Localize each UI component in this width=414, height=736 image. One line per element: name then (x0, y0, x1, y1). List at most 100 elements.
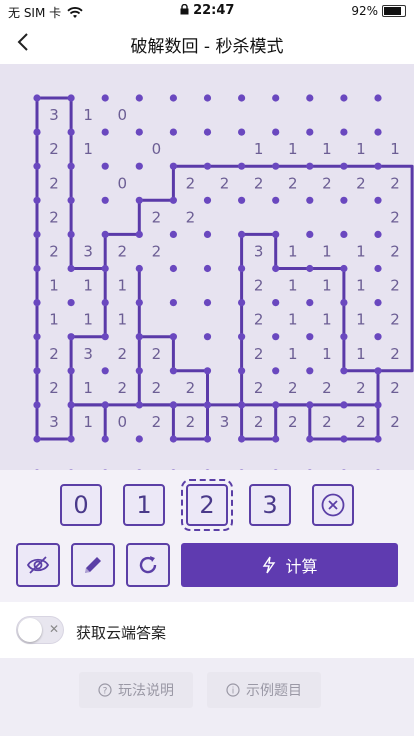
cell-clue[interactable]: 1 (83, 413, 93, 431)
clear-key-button[interactable] (312, 484, 354, 526)
cell-clue[interactable]: 0 (117, 174, 127, 192)
cell-clue[interactable]: 2 (288, 379, 298, 397)
cell-clue[interactable]: 2 (186, 379, 196, 397)
cell-clue[interactable]: 1 (288, 242, 298, 260)
cell-clue[interactable]: 2 (49, 345, 59, 363)
cell-clue[interactable]: 2 (254, 379, 264, 397)
cell-clue[interactable]: 2 (49, 242, 59, 260)
cell-clue[interactable]: 2 (288, 174, 298, 192)
cell-clue[interactable]: 2 (152, 379, 162, 397)
puzzle-grid[interactable]: 3 1 0 2 1 0 1 1 1 1 1 2 0 2 2 2 2 2 2 2 2 2 2 2 2 3 2 2 3 1 1 1 2 1 1 1 2 1 1 1… (0, 64, 414, 470)
cell-clue[interactable]: 2 (254, 345, 264, 363)
cell-clue[interactable]: 2 (356, 379, 366, 397)
cell-clue[interactable]: 1 (254, 140, 264, 158)
cell-clue[interactable]: 1 (83, 277, 93, 295)
key-0-button[interactable]: 0 (60, 484, 102, 526)
cell-clue[interactable]: 1 (117, 311, 127, 329)
key-3-button[interactable]: 3 (249, 484, 291, 526)
cell-clue[interactable]: 1 (288, 140, 298, 158)
cell-clue[interactable]: 2 (117, 379, 127, 397)
cell-clue[interactable]: 1 (356, 277, 366, 295)
cell-clue[interactable]: 2 (254, 174, 264, 192)
cell-clue[interactable]: 2 (390, 242, 400, 260)
cell-clue[interactable]: 2 (49, 140, 59, 158)
cell-clue[interactable]: 2 (186, 174, 196, 192)
cell-clue[interactable]: 2 (117, 242, 127, 260)
puzzle-board[interactable]: 3 1 0 2 1 0 1 1 1 1 1 2 0 2 2 2 2 2 2 2 2 2 2 2 2 3 2 2 3 1 1 1 2 1 1 1 2 1 1 1… (0, 64, 414, 470)
cell-clue[interactable]: 1 (390, 140, 400, 158)
rules-button[interactable]: ? 玩法说明 (79, 672, 193, 708)
cell-clue[interactable]: 2 (220, 174, 230, 192)
grid-dot (306, 196, 314, 204)
cell-clue[interactable]: 0 (152, 140, 162, 158)
cell-clue[interactable]: 2 (288, 413, 298, 431)
cell-clue[interactable]: 1 (322, 311, 332, 329)
cell-clue[interactable]: 2 (390, 379, 400, 397)
cell-clue[interactable]: 1 (356, 242, 366, 260)
cell-clue[interactable]: 2 (390, 345, 400, 363)
cell-clue[interactable]: 2 (390, 174, 400, 192)
cell-clue[interactable]: 1 (288, 311, 298, 329)
grid-dot (340, 401, 348, 409)
cell-clue[interactable]: 2 (390, 277, 400, 295)
cell-clue[interactable]: 2 (186, 208, 196, 226)
cell-clue[interactable]: 1 (356, 140, 366, 158)
cell-clue[interactable]: 2 (322, 413, 332, 431)
grid-dot (33, 94, 41, 102)
cell-clue[interactable]: 1 (83, 311, 93, 329)
cell-clue[interactable]: 1 (117, 277, 127, 295)
cell-clue[interactable]: 3 (49, 106, 59, 124)
cloud-answer-toggle[interactable]: ✕ (16, 616, 64, 644)
cell-clue[interactable]: 2 (49, 208, 59, 226)
example-label: 示例题目 (246, 683, 302, 699)
cell-clue[interactable]: 1 (322, 345, 332, 363)
cell-clue[interactable]: 1 (83, 106, 93, 124)
cell-clue[interactable]: 3 (254, 242, 264, 260)
cell-clue[interactable]: 2 (390, 208, 400, 226)
grid-dot (306, 94, 314, 102)
grid-dot (33, 299, 41, 307)
cell-clue[interactable]: 1 (49, 311, 59, 329)
cell-clue[interactable]: 2 (390, 311, 400, 329)
cell-clue[interactable]: 1 (322, 242, 332, 260)
cell-clue[interactable]: 2 (152, 413, 162, 431)
key-2-button[interactable]: 2 (181, 479, 233, 531)
cell-clue[interactable]: 2 (322, 379, 332, 397)
cell-clue[interactable]: 1 (288, 345, 298, 363)
cell-clue[interactable]: 1 (49, 277, 59, 295)
grid-dot (67, 367, 75, 375)
cell-clue[interactable]: 2 (356, 174, 366, 192)
cell-clue[interactable]: 2 (390, 413, 400, 431)
cell-clue[interactable]: 2 (356, 413, 366, 431)
cell-clue[interactable]: 2 (322, 174, 332, 192)
cell-clue[interactable]: 1 (356, 345, 366, 363)
cell-clue[interactable]: 2 (254, 311, 264, 329)
reset-button[interactable] (126, 543, 170, 587)
key-1-button[interactable]: 1 (123, 484, 165, 526)
cell-clue[interactable]: 2 (49, 379, 59, 397)
cell-clue[interactable]: 2 (186, 413, 196, 431)
cell-clue[interactable]: 2 (152, 208, 162, 226)
cell-clue[interactable]: 0 (117, 413, 127, 431)
cell-clue[interactable]: 3 (83, 242, 93, 260)
cell-clue[interactable]: 0 (117, 106, 127, 124)
example-button[interactable]: i 示例题目 (207, 672, 321, 708)
cell-clue[interactable]: 2 (117, 345, 127, 363)
cell-clue[interactable]: 1 (288, 277, 298, 295)
cell-clue[interactable]: 1 (356, 311, 366, 329)
cell-clue[interactable]: 3 (49, 413, 59, 431)
calculate-button[interactable]: 计算 (181, 543, 398, 587)
cell-clue[interactable]: 3 (83, 345, 93, 363)
cell-clue[interactable]: 1 (322, 277, 332, 295)
cell-clue[interactable]: 1 (322, 140, 332, 158)
hide-hint-button[interactable] (16, 543, 60, 587)
cell-clue[interactable]: 2 (49, 174, 59, 192)
cell-clue[interactable]: 2 (254, 413, 264, 431)
cell-clue[interactable]: 1 (83, 379, 93, 397)
cell-clue[interactable]: 2 (152, 242, 162, 260)
cell-clue[interactable]: 2 (152, 345, 162, 363)
cell-clue[interactable]: 2 (254, 277, 264, 295)
edit-button[interactable] (71, 543, 115, 587)
cell-clue[interactable]: 3 (220, 413, 230, 431)
cell-clue[interactable]: 1 (83, 140, 93, 158)
